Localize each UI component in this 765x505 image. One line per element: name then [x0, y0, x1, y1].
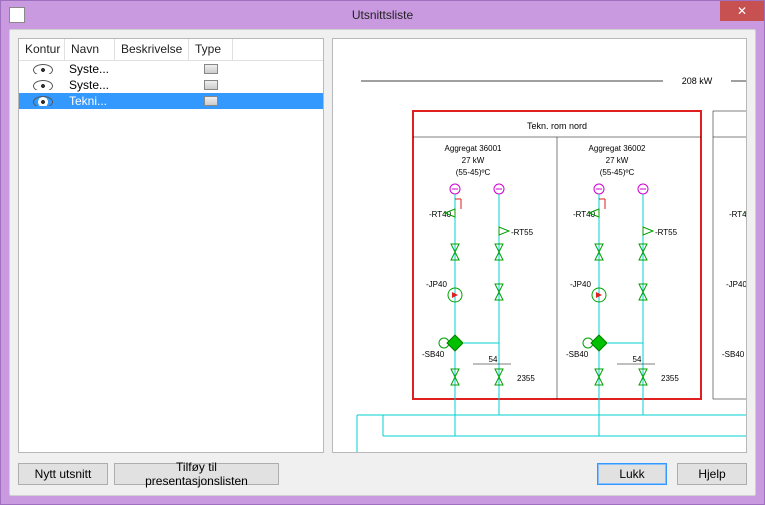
window: Utsnittsliste ✕ Kontur Navn Beskrivelse … [0, 0, 765, 505]
cell-navn: Syste... [65, 78, 115, 92]
cell-navn: Syste... [65, 62, 115, 76]
svg-text:54: 54 [489, 355, 498, 364]
list-row[interactable]: Tekni... [19, 93, 323, 109]
list-body: Syste... Syste... Tekni... [19, 61, 323, 109]
col-header-beskrivelse[interactable]: Beskrivelse [115, 39, 189, 60]
col-header-type[interactable]: Type [189, 39, 233, 60]
list-panel: Kontur Navn Beskrivelse Type Syste... Sy… [18, 38, 324, 453]
list-row[interactable]: Syste... [19, 61, 323, 77]
svg-text:Aggregat 36001: Aggregat 36001 [445, 144, 502, 153]
col-header-navn[interactable]: Navn [65, 39, 115, 60]
svg-text:-JP40: -JP40 [570, 280, 591, 289]
list-header: Kontur Navn Beskrivelse Type [19, 39, 323, 61]
cell-navn: Tekni... [65, 94, 115, 108]
svg-text:54: 54 [633, 355, 642, 364]
unit-2: Aggregat 36002 27 kW (55-45)ºC -RT40 -RT… [566, 144, 679, 399]
svg-text:(55-45)ºC: (55-45)ºC [456, 168, 491, 177]
svg-text:-JP40: -JP40 [426, 280, 447, 289]
diagram: 208 kW Tekn. rom nord Aggregat 36001 27 … [333, 39, 747, 452]
lukk-button[interactable]: Lukk [597, 463, 667, 485]
type-swatch [204, 96, 218, 106]
unit-1: Aggregat 36001 27 kW (55-45)ºC -RT40 -RT… [422, 144, 535, 399]
svg-text:-RT55: -RT55 [655, 228, 678, 237]
close-button[interactable]: ✕ [720, 1, 764, 21]
eye-icon [33, 80, 51, 90]
close-icon: ✕ [737, 4, 747, 18]
type-swatch [204, 80, 218, 90]
button-row: Nytt utsnitt Tilføy til presentasjonslis… [18, 463, 747, 487]
titlebar: Utsnittsliste ✕ [1, 1, 764, 29]
svg-text:Aggregat 36002: Aggregat 36002 [589, 144, 646, 153]
svg-text:-JP40: -JP40 [726, 280, 747, 289]
window-title: Utsnittsliste [1, 8, 764, 22]
svg-text:27 kW: 27 kW [462, 156, 485, 165]
svg-text:2355: 2355 [661, 374, 679, 383]
preview-panel: 208 kW Tekn. rom nord Aggregat 36001 27 … [332, 38, 747, 453]
svg-text:-SB40: -SB40 [566, 350, 589, 359]
tilfoy-button[interactable]: Tilføy til presentasjonslisten [114, 463, 279, 485]
nytt-utsnitt-button[interactable]: Nytt utsnitt [18, 463, 108, 485]
client-area: Kontur Navn Beskrivelse Type Syste... Sy… [9, 29, 756, 496]
power-label: 208 kW [682, 76, 713, 86]
svg-text:2355: 2355 [517, 374, 535, 383]
svg-text:-RT55: -RT55 [511, 228, 534, 237]
col-header-kontur[interactable]: Kontur [19, 39, 65, 60]
eye-icon [33, 64, 51, 74]
svg-text:27 kW: 27 kW [606, 156, 629, 165]
svg-text:-RT40: -RT40 [729, 210, 747, 219]
svg-text:(55-45)ºC: (55-45)ºC [600, 168, 635, 177]
list-row[interactable]: Syste... [19, 77, 323, 93]
unit-3: A -RT40 -JP40 -SB40 [713, 111, 747, 399]
eye-icon [33, 96, 51, 106]
svg-text:-SB40: -SB40 [422, 350, 445, 359]
room-title: Tekn. rom nord [527, 121, 587, 131]
svg-text:-SB40: -SB40 [722, 350, 745, 359]
hjelp-button[interactable]: Hjelp [677, 463, 747, 485]
type-swatch [204, 64, 218, 74]
